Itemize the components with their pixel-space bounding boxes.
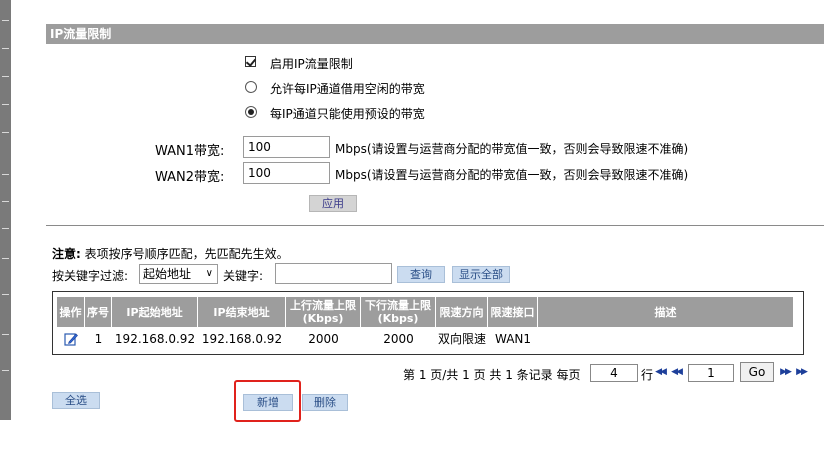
go-button[interactable]: Go xyxy=(740,362,774,382)
th-interface: 限速接口 xyxy=(488,297,538,327)
apply-button[interactable]: 应用 xyxy=(309,195,357,212)
keyword-label: 关键字: xyxy=(223,269,264,283)
per-page-input[interactable]: 4 xyxy=(590,364,638,382)
th-up-limit: 上行流量上限 (Kbps) xyxy=(286,297,361,327)
rules-table: 操作 序号 IP起始地址 IP结束地址 上行流量上限 (Kbps) 下行流量上限… xyxy=(52,291,804,355)
radio-preset-only-label: 每IP通道只能使用预设的带宽 xyxy=(270,107,425,121)
th-up-limit-unit: (Kbps) xyxy=(302,312,344,325)
page-number-input[interactable]: 1 xyxy=(688,364,734,382)
cell-direction: 双向限速 xyxy=(437,332,486,346)
filter-field-select[interactable]: 起始地址 ∨ xyxy=(139,264,218,284)
first-page-icon[interactable]: ◀◀ xyxy=(654,364,667,380)
search-button[interactable]: 查询 xyxy=(397,266,445,283)
select-all-button[interactable]: 全选 xyxy=(52,392,100,409)
wan2-bandwidth-input[interactable] xyxy=(243,162,330,184)
filter-field-value: 起始地址 xyxy=(143,267,192,281)
cell-desc xyxy=(538,330,793,348)
radio-preset-only[interactable] xyxy=(245,106,257,118)
next-page-icon[interactable]: ▶▶ xyxy=(779,364,792,380)
cell-no: 1 xyxy=(94,332,103,346)
pager-summary: 第 1 页/共 1 页 共 1 条记录 每页 xyxy=(403,368,581,382)
wan2-label: WAN2带宽: xyxy=(155,170,225,185)
cell-ip-start: 192.168.0.92 xyxy=(114,332,196,346)
th-down-limit-unit: (Kbps) xyxy=(377,312,419,325)
section-header: IP流量限制 xyxy=(46,24,824,44)
th-desc: 描述 xyxy=(538,297,793,327)
notice-text: 注意: 表项按序号顺序匹配，先匹配先生效。 xyxy=(52,245,289,262)
notice-body: 表项按序号顺序匹配，先匹配先生效。 xyxy=(80,247,289,261)
wan1-unit-note: Mbps(请设置与运营商分配的带宽值一致，否则会导致限速不准确) xyxy=(335,142,689,156)
cell-up: 2000 xyxy=(308,332,339,346)
th-ip-end: IP结束地址 xyxy=(198,297,286,327)
divider xyxy=(46,225,824,226)
th-no: 序号 xyxy=(85,297,112,327)
th-ip-start: IP起始地址 xyxy=(112,297,198,327)
radio-allow-borrow[interactable] xyxy=(245,81,257,93)
show-all-button[interactable]: 显示全部 xyxy=(452,266,510,283)
chevron-down-icon: ∨ xyxy=(205,268,213,279)
keyword-input[interactable] xyxy=(275,263,392,284)
notice-bold: 注意: xyxy=(52,247,81,261)
radio-allow-borrow-label: 允许每IP通道借用空闲的带宽 xyxy=(270,82,425,96)
last-page-icon[interactable]: ▶▶ xyxy=(795,364,808,380)
th-op: 操作 xyxy=(57,297,85,327)
left-sidebar-strip xyxy=(0,0,11,420)
wan1-bandwidth-input[interactable] xyxy=(243,136,330,158)
highlight-box xyxy=(234,380,301,422)
cell-down: 2000 xyxy=(383,332,414,346)
edit-icon[interactable] xyxy=(63,330,79,348)
enable-limit-label: 启用IP流量限制 xyxy=(270,57,353,71)
delete-button[interactable]: 删除 xyxy=(302,394,348,411)
filter-label: 按关键字过滤: xyxy=(52,269,129,283)
enable-limit-checkbox[interactable] xyxy=(245,56,256,67)
th-up-limit-label: 上行流量上限 xyxy=(290,299,356,312)
th-direction: 限速方向 xyxy=(436,297,488,327)
wan2-unit-note: Mbps(请设置与运营商分配的带宽值一致，否则会导致限速不准确) xyxy=(335,168,689,182)
row-unit-label: 行 xyxy=(641,368,654,382)
cell-ip-end: 192.168.0.92 xyxy=(201,332,283,346)
cell-interface: WAN1 xyxy=(494,332,532,346)
th-down-limit: 下行流量上限 (Kbps) xyxy=(361,297,436,327)
wan1-label: WAN1带宽: xyxy=(155,144,225,159)
prev-page-icon[interactable]: ◀◀ xyxy=(670,364,683,380)
th-down-limit-label: 下行流量上限 xyxy=(365,299,431,312)
